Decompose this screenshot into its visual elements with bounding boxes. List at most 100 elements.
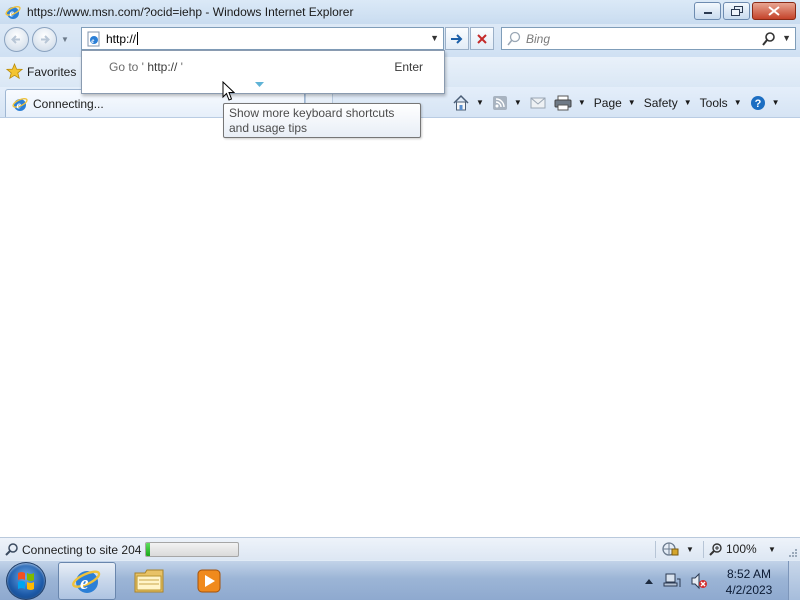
page-icon: e [86, 31, 102, 47]
svg-text:?: ? [754, 98, 761, 110]
stop-button[interactable] [470, 27, 494, 50]
minimize-icon [703, 12, 712, 14]
svg-text:e: e [91, 37, 94, 45]
favorites-button[interactable]: Favorites [6, 63, 76, 80]
page-menu-label: Page [593, 95, 622, 110]
progress-fill [146, 543, 150, 556]
favorites-label: Favorites [27, 64, 77, 79]
zoom-level: 100% [726, 542, 757, 556]
enter-shortcut-label: Enter [394, 60, 423, 74]
search-options-dropdown[interactable]: ▼ [782, 33, 791, 43]
windows-logo-icon [18, 572, 34, 590]
go-button[interactable] [445, 27, 469, 50]
stop-x-icon [477, 33, 487, 44]
page-content-area[interactable] [0, 119, 800, 537]
read-mail-button[interactable] [526, 91, 550, 115]
restore-button[interactable] [723, 2, 750, 20]
safety-menu[interactable]: Safety ▼ [640, 91, 696, 115]
help-menu[interactable]: ? ▼ [746, 91, 784, 115]
go-to-prefix: Go to ' [109, 60, 144, 74]
taskbar-explorer-button[interactable] [120, 562, 178, 600]
feeds-button[interactable]: ▼ [488, 91, 526, 115]
expand-shortcuts-button[interactable] [254, 81, 265, 88]
go-arrow-icon [451, 33, 463, 44]
maximize-icon [730, 6, 743, 16]
start-button[interactable] [6, 562, 46, 600]
status-divider [703, 541, 704, 558]
address-suggestions-dropdown: Go to ' http:// ' Enter [81, 50, 445, 94]
back-arrow-icon [11, 35, 20, 44]
tools-menu-label: Tools [699, 95, 728, 110]
safety-menu-label: Safety [643, 95, 678, 110]
ie-icon: e [12, 97, 28, 111]
recent-pages-dropdown[interactable]: ▼ [61, 35, 69, 44]
title-bar: e https://www.msn.com/?ocid=iehp - Windo… [0, 0, 800, 24]
page-dropdown-icon: ▼ [627, 98, 636, 107]
loading-search-icon [4, 542, 20, 557]
printer-icon [554, 95, 572, 110]
svg-text:e: e [80, 573, 89, 594]
system-tray [644, 561, 708, 600]
help-dropdown-icon: ▼ [771, 98, 780, 107]
close-icon [768, 6, 780, 16]
show-hidden-icons-button[interactable] [644, 577, 654, 585]
search-box[interactable]: Bing ▼ [501, 27, 796, 50]
feeds-dropdown-icon[interactable]: ▼ [514, 98, 522, 107]
resize-grip-icon[interactable] [788, 548, 798, 558]
go-to-suggestion[interactable]: Go to ' http:// ' [109, 60, 183, 74]
text-caret [137, 32, 139, 45]
zoom-control[interactable]: 100% [709, 542, 757, 556]
go-to-url: http:// [143, 60, 181, 74]
forward-button[interactable] [32, 27, 57, 52]
cursor-arrow-icon [222, 81, 235, 101]
chevron-up-icon [645, 579, 653, 584]
print-button[interactable]: ▼ [550, 91, 590, 115]
show-desktop-button[interactable] [788, 561, 800, 600]
network-icon[interactable] [663, 572, 681, 590]
search-placeholder: Bing [526, 32, 551, 46]
ie-icon: e [5, 4, 21, 20]
progress-bar [145, 542, 239, 557]
forward-arrow-icon [41, 35, 50, 44]
address-dropdown-arrow[interactable]: ▼ [430, 33, 439, 43]
feeds-icon [492, 95, 507, 110]
protected-mode-indicator[interactable]: ▼ [662, 541, 694, 557]
home-button[interactable]: ▼ [448, 91, 488, 115]
clock-time: 8:52 AM [726, 567, 772, 581]
mouse-cursor [222, 81, 235, 102]
minimize-button[interactable] [694, 2, 721, 20]
go-to-suffix: ' [180, 60, 183, 74]
tools-dropdown-icon: ▼ [733, 98, 742, 107]
status-text: Connecting to site 204 [22, 543, 142, 557]
taskbar-ie-button[interactable]: e [58, 562, 116, 600]
tab-label: Connecting... [33, 96, 104, 111]
status-bar: Connecting to site 204 ▼ 100% ▼ [0, 537, 800, 560]
clock-date: 4/2/2023 [725, 583, 773, 597]
taskbar-media-player-button[interactable] [180, 562, 238, 600]
folder-icon [134, 569, 164, 593]
tools-menu[interactable]: Tools ▼ [696, 91, 746, 115]
address-bar[interactable]: e http:// ▼ [81, 27, 444, 50]
address-input[interactable]: http:// [106, 32, 136, 46]
volume-muted-icon[interactable] [690, 572, 708, 590]
svg-text:e: e [17, 100, 22, 111]
taskbar: e 8:52 AM 4/2/2023 [0, 560, 800, 600]
help-icon: ? [750, 95, 765, 110]
zoom-magnifier-icon [709, 543, 722, 556]
page-menu[interactable]: Page ▼ [590, 91, 640, 115]
clock[interactable]: 8:52 AM 4/2/2023 [715, 566, 783, 598]
close-button[interactable] [752, 2, 796, 20]
tooltip: Show more keyboard shortcuts and usage t… [223, 103, 421, 138]
zoom-dropdown-icon[interactable]: ▼ [768, 545, 776, 554]
zone-dropdown-icon[interactable]: ▼ [686, 545, 694, 554]
search-icon[interactable] [761, 31, 777, 47]
print-dropdown-icon[interactable]: ▼ [578, 98, 586, 107]
safety-dropdown-icon: ▼ [683, 98, 692, 107]
globe-lock-icon [662, 542, 679, 556]
star-icon [6, 63, 23, 80]
back-button[interactable] [4, 27, 29, 52]
window-title: https://www.msn.com/?ocid=iehp - Windows… [27, 5, 354, 19]
status-divider [655, 541, 656, 558]
svg-text:e: e [10, 9, 15, 20]
home-dropdown-icon[interactable]: ▼ [476, 98, 484, 107]
